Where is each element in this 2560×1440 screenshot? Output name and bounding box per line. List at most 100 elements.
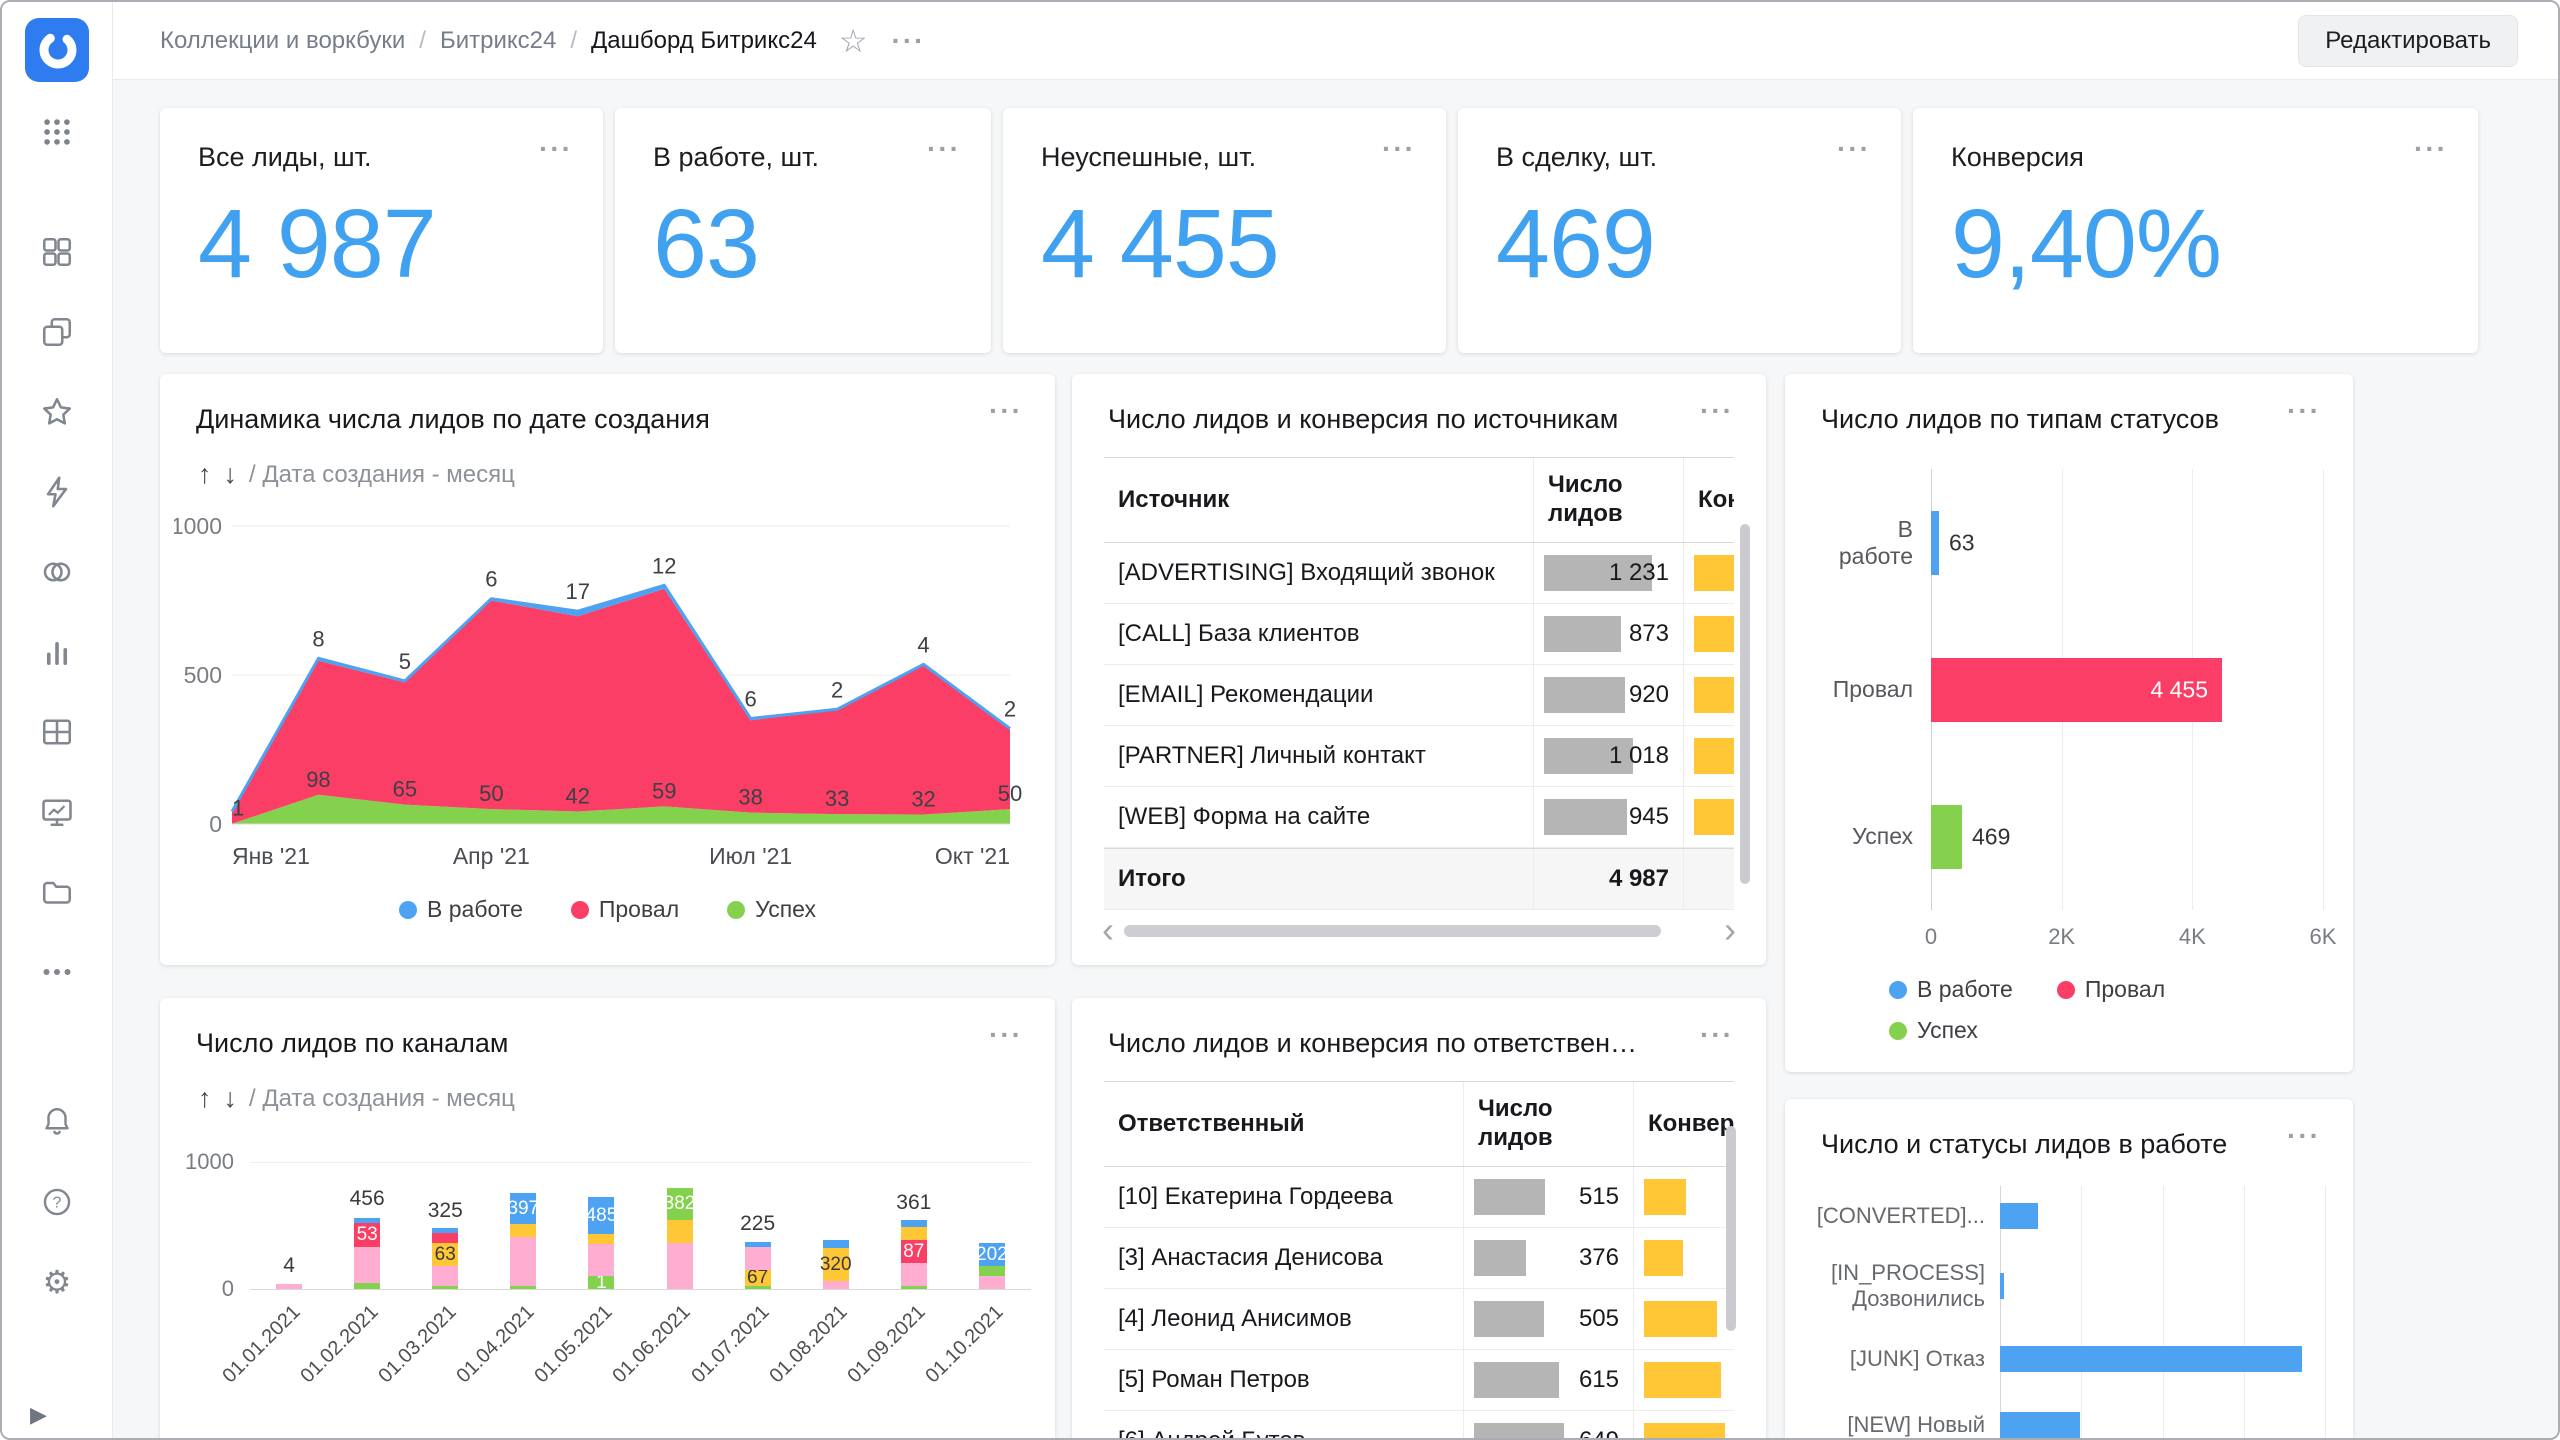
card-menu-icon[interactable]: ··· <box>539 142 573 156</box>
x-axis-label: 01.02.2021 <box>296 1301 383 1388</box>
bar-segment: 63 <box>432 1243 458 1266</box>
sidebar-expand-button[interactable]: ▶ <box>30 1402 47 1428</box>
bar-segment <box>745 1247 771 1270</box>
bar-slot: 8736101.09.2021 <box>875 1162 953 1289</box>
scrollbar-track[interactable] <box>1124 925 1714 937</box>
bar-slot: 20201.10.2021 <box>953 1162 1031 1289</box>
datalens-logo[interactable] <box>25 18 89 82</box>
card-menu-icon[interactable]: ··· <box>2287 1129 2321 1143</box>
sidebar-item-connections[interactable] <box>33 452 81 532</box>
card-menu-icon[interactable]: ··· <box>1700 404 1734 418</box>
card-menu-icon[interactable]: ··· <box>989 1028 1023 1042</box>
sidebar-item-monitoring[interactable] <box>33 772 81 852</box>
svg-text:98: 98 <box>306 767 330 792</box>
legend-item[interactable]: Провал <box>2057 976 2165 1003</box>
bar-segment <box>510 1286 536 1289</box>
bar-row: [JUNK] Отказ <box>1815 1326 2325 1392</box>
sidebar-item-datasets[interactable] <box>33 532 81 612</box>
segment-label: 63 <box>435 1244 456 1266</box>
scrollbar-thumb[interactable] <box>1740 524 1750 884</box>
bar-slot: 5345601.02.2021 <box>328 1162 406 1289</box>
category-label: Провал <box>1821 676 1913 703</box>
leads-bar <box>1544 677 1625 713</box>
settings-button[interactable]: ⚙ <box>33 1242 81 1322</box>
notifications-button[interactable] <box>33 1082 81 1162</box>
bar-value-label: 4 455 <box>2150 676 2208 703</box>
svg-text:6: 6 <box>485 567 497 592</box>
table-header-cell[interactable]: Конверсия <box>1634 1082 1734 1166</box>
table-header-cell[interactable]: Конверсия <box>1684 458 1734 542</box>
sort-desc-icon[interactable]: ↓ <box>224 1083 238 1114</box>
kpi-title: Конверсия <box>1951 142 2084 173</box>
header-menu-icon[interactable]: ··· <box>892 34 926 48</box>
legend-item[interactable]: Успех <box>727 896 816 923</box>
vertical-scrollbar[interactable] <box>1726 1126 1736 1426</box>
chart-legend: В работе Провал Успех <box>1889 976 2269 1044</box>
card-menu-icon[interactable]: ··· <box>927 142 961 156</box>
favorite-star-icon[interactable]: ☆ <box>839 25 868 57</box>
legend-item[interactable]: В работе <box>399 896 523 923</box>
scrollbar-thumb[interactable] <box>1726 1126 1736 1331</box>
breadcrumb-collections[interactable]: Коллекции и воркбуки <box>160 27 405 55</box>
card-menu-icon[interactable]: ··· <box>989 404 1023 418</box>
app-window: ? ⚙ ▶ Коллекции и воркбуки / Битрикс24 /… <box>0 0 2560 1440</box>
row-label: [10] Екатерина Гордеева <box>1104 1167 1464 1227</box>
table-header-cell[interactable]: Число лидов <box>1464 1082 1634 1166</box>
card-menu-icon[interactable]: ··· <box>1700 1028 1734 1042</box>
card-menu-icon[interactable]: ··· <box>2287 404 2321 418</box>
svg-text:?: ? <box>53 1195 62 1212</box>
legend-item[interactable]: В работе <box>1889 976 2013 1003</box>
svg-text:6: 6 <box>745 687 757 712</box>
sort-asc-icon[interactable]: ↑ <box>198 459 212 490</box>
sort-asc-icon[interactable]: ↑ <box>198 1083 212 1114</box>
table-header-cell[interactable]: Источник <box>1104 458 1534 542</box>
svg-text:2: 2 <box>831 677 843 702</box>
sort-desc-icon[interactable]: ↓ <box>224 459 238 490</box>
table-header-cell[interactable]: Число лидов <box>1534 458 1684 542</box>
chart-card-leads-dynamics: Динамика числа лидов по дате создания ··… <box>160 374 1055 965</box>
scrollbar-thumb[interactable] <box>1124 925 1661 937</box>
breadcrumb-workbook[interactable]: Битрикс24 <box>440 27 556 55</box>
bar-slot: 6722501.07.2021 <box>719 1162 797 1289</box>
card-menu-icon[interactable]: ··· <box>1837 142 1871 156</box>
sidebar-item-collections[interactable] <box>33 292 81 372</box>
vertical-scrollbar[interactable] <box>1740 524 1750 904</box>
legend-item[interactable]: Провал <box>571 896 679 923</box>
datalens-logo-icon <box>25 18 89 82</box>
segment-label: 485 <box>586 1205 618 1227</box>
sidebar-nav <box>33 212 81 1012</box>
scroll-left-icon[interactable]: ‹ <box>1102 916 1114 945</box>
help-button[interactable]: ? <box>33 1162 81 1242</box>
bar <box>1931 511 1939 575</box>
sidebar-item-more[interactable] <box>33 932 81 1012</box>
svg-text:Июл '21: Июл '21 <box>709 843 792 869</box>
table-header-row: ИсточникЧисло лидовКонверсия <box>1104 457 1734 543</box>
conversion-cell <box>1684 726 1734 786</box>
table-header-cell[interactable]: Ответственный <box>1104 1082 1464 1166</box>
sidebar-item-storage[interactable] <box>33 852 81 932</box>
svg-text:42: 42 <box>566 783 590 808</box>
card-menu-icon[interactable]: ··· <box>2414 142 2448 156</box>
segment-label: 202 <box>976 1244 1008 1266</box>
kpi-card: Все лиды, шт.···4 987 <box>160 108 603 353</box>
apps-grid-icon[interactable] <box>33 108 81 156</box>
monitor-icon <box>39 794 75 830</box>
card-menu-icon[interactable]: ··· <box>1382 142 1416 156</box>
legend-dot-icon <box>1889 981 1907 999</box>
sidebar-item-tables[interactable] <box>33 692 81 772</box>
x-axis-label: 01.04.2021 <box>453 1301 540 1388</box>
edit-button[interactable]: Редактировать <box>2298 15 2518 67</box>
sidebar-item-home[interactable] <box>33 212 81 292</box>
bar-slot: 38201.06.2021 <box>640 1162 718 1289</box>
horizontal-scrollbar[interactable]: ‹ › <box>1102 916 1736 945</box>
chart-legend: В работе Провал Успех <box>160 896 1055 923</box>
leads-bar <box>1544 616 1621 652</box>
conversion-cell <box>1684 787 1734 847</box>
sidebar-item-charts[interactable] <box>33 612 81 692</box>
legend-item[interactable]: Успех <box>1889 1017 1978 1044</box>
sidebar-item-favorites[interactable] <box>33 372 81 452</box>
star-icon <box>39 394 75 430</box>
row-label: [ADVERTISING] Входящий звонок <box>1104 543 1534 603</box>
chart-title: Число лидов и конверсия по источникам <box>1108 404 1618 435</box>
scroll-right-icon[interactable]: › <box>1724 916 1736 945</box>
